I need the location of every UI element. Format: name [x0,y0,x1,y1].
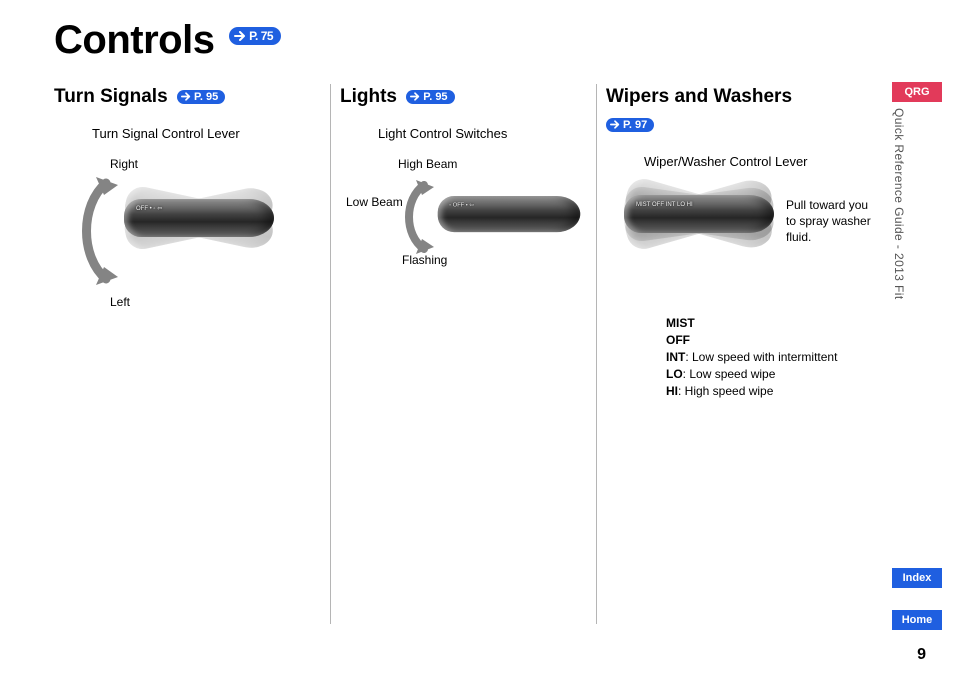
title-text: Controls [54,18,214,62]
spray-note: Pull toward you to spray washer fluid. [786,197,876,245]
lights-subtitle: Light Control Switches [378,126,580,141]
arrow-right-icon [181,92,191,101]
lights-page-ref[interactable]: P. 95 [406,90,454,104]
guide-title-vertical: Quick Reference Guide - 2013 Fit [892,108,906,300]
arrow-right-icon [610,120,620,129]
tab-qrg[interactable]: QRG [892,82,942,102]
turn-signal-lever-icon: OFF • ◦ ⇦ [124,191,274,246]
mode-row: LO: Low speed wipe [666,366,876,383]
label-high-beam: High Beam [398,157,457,171]
turn-heading: Turn Signals [54,86,168,107]
turn-subtitle: Turn Signal Control Lever [92,126,314,141]
wipers-subtitle: Wiper/Washer Control Lever [644,154,876,169]
divider [330,84,331,624]
arrow-right-icon [234,31,246,41]
wiper-lever-icon: MIST OFF INT LO HI [624,187,774,242]
mode-row: INT: Low speed with intermittent [666,349,876,366]
mode-row: HI: High speed wipe [666,383,876,400]
section-turn-signals: Turn Signals P. 95 Turn Signal Control L… [54,86,314,327]
arrow-right-icon [410,92,420,101]
turn-page-ref[interactable]: P. 95 [177,90,225,104]
label-left: Left [110,295,130,309]
label-flashing: Flashing [402,253,447,267]
tab-index[interactable]: Index [892,568,942,588]
wipers-heading: Wipers and Washers [606,86,876,108]
section-wipers: Wipers and Washers P. 97 Wiper/Washer Co… [606,86,876,400]
light-control-lever-icon: ◦ OFF • ⇦ [438,188,581,240]
divider [596,84,597,624]
mode-row: MIST [666,315,876,332]
section-lights: Lights P. 95 Light Control Switches High… [340,86,580,317]
page-title: Controls P. 75 [54,18,281,63]
mode-row: OFF [666,332,876,349]
title-page-ref[interactable]: P. 75 [229,27,281,45]
wiper-modes-list: MIST OFF INT: Low speed with intermitten… [666,315,876,400]
side-rail: QRG Quick Reference Guide - 2013 Fit [892,82,942,300]
lights-heading: Lights [340,86,397,107]
wipers-page-ref[interactable]: P. 97 [606,118,654,132]
tab-home[interactable]: Home [892,610,942,630]
page-number: 9 [917,646,926,664]
